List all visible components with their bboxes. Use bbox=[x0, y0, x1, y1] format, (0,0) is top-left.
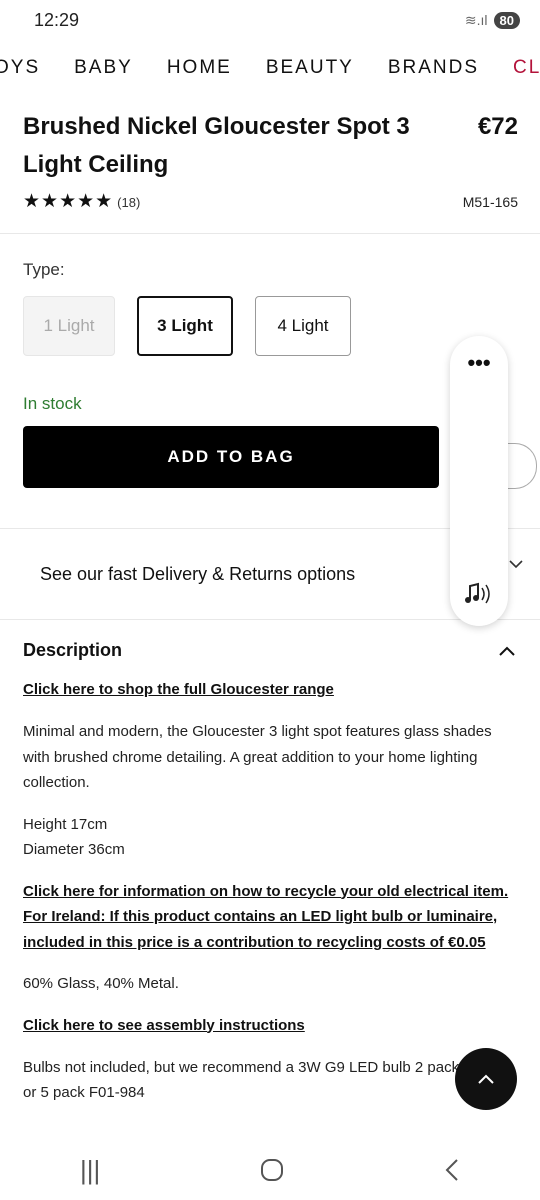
back-icon[interactable] bbox=[444, 1158, 460, 1182]
nav-item-clearance[interactable]: CL bbox=[513, 57, 540, 79]
material-text: 60% Glass, 40% Metal. bbox=[23, 975, 179, 992]
status-icons: ≋.ıl 80 bbox=[464, 11, 520, 29]
battery-indicator: 80 bbox=[493, 11, 520, 29]
product-height: Height 17cm bbox=[23, 815, 108, 833]
recycle-info-link[interactable]: Click here for information on how to rec… bbox=[0, 879, 540, 956]
nav-item-brands[interactable]: BRANDS bbox=[388, 57, 479, 79]
product-header: Brushed Nickel Gloucester Spot 3 Light C… bbox=[0, 96, 540, 184]
more-options-icon[interactable]: ••• bbox=[450, 350, 508, 376]
nav-item-baby[interactable]: BABY bbox=[74, 57, 133, 79]
scroll-to-top-button[interactable] bbox=[455, 1048, 517, 1110]
description-body: Minimal and modern, the Gloucester 3 lig… bbox=[23, 723, 492, 791]
type-option-4-light[interactable]: 4 Light bbox=[255, 296, 351, 356]
product-title: Brushed Nickel Gloucester Spot 3 Light C… bbox=[23, 113, 410, 178]
add-to-bag-button[interactable]: ADD TO BAG bbox=[23, 426, 439, 488]
chevron-down-icon[interactable] bbox=[508, 556, 524, 574]
nav-item-toys[interactable]: OYS bbox=[0, 57, 40, 79]
product-price: €72 bbox=[477, 113, 518, 140]
assembly-link[interactable]: Click here to see assembly instructions bbox=[0, 1013, 540, 1039]
clock: 12:29 bbox=[34, 9, 80, 30]
shop-range-link[interactable]: Click here to shop the full Gloucester r… bbox=[0, 677, 540, 703]
description-heading: Description bbox=[23, 640, 123, 660]
review-count: (18) bbox=[117, 195, 141, 210]
nav-item-beauty[interactable]: BEAUTY bbox=[266, 57, 354, 79]
audio-icon[interactable] bbox=[450, 580, 508, 614]
description-header[interactable]: Description bbox=[0, 620, 540, 661]
chevron-up-icon bbox=[499, 646, 515, 656]
product-sku: M51-165 bbox=[462, 193, 518, 210]
type-option-3-light[interactable]: 3 Light bbox=[137, 296, 233, 356]
status-bar: 12:29 ≋.ıl 80 bbox=[0, 0, 540, 40]
nav-item-home[interactable]: HOME bbox=[167, 57, 232, 79]
recent-apps-icon[interactable]: ||| bbox=[80, 1155, 100, 1186]
system-navigation-bar: ||| bbox=[0, 1140, 540, 1200]
home-icon[interactable] bbox=[260, 1158, 284, 1182]
type-label: Type: bbox=[23, 260, 65, 279]
rating[interactable]: ★★★★★ (18) bbox=[23, 190, 140, 213]
product-diameter: Diameter 36cm bbox=[23, 841, 125, 858]
rating-row: ★★★★★ (18) M51-165 bbox=[0, 184, 540, 213]
floating-toolbar: ••• bbox=[450, 336, 508, 626]
category-nav: OYS BABY HOME BEAUTY BRANDS CL bbox=[0, 40, 540, 96]
star-rating-icon: ★★★★★ bbox=[23, 191, 114, 212]
type-option-1-light[interactable]: 1 Light bbox=[23, 296, 115, 356]
signal-icon: ≋.ıl bbox=[464, 11, 488, 28]
chevron-up-icon bbox=[478, 1074, 494, 1084]
